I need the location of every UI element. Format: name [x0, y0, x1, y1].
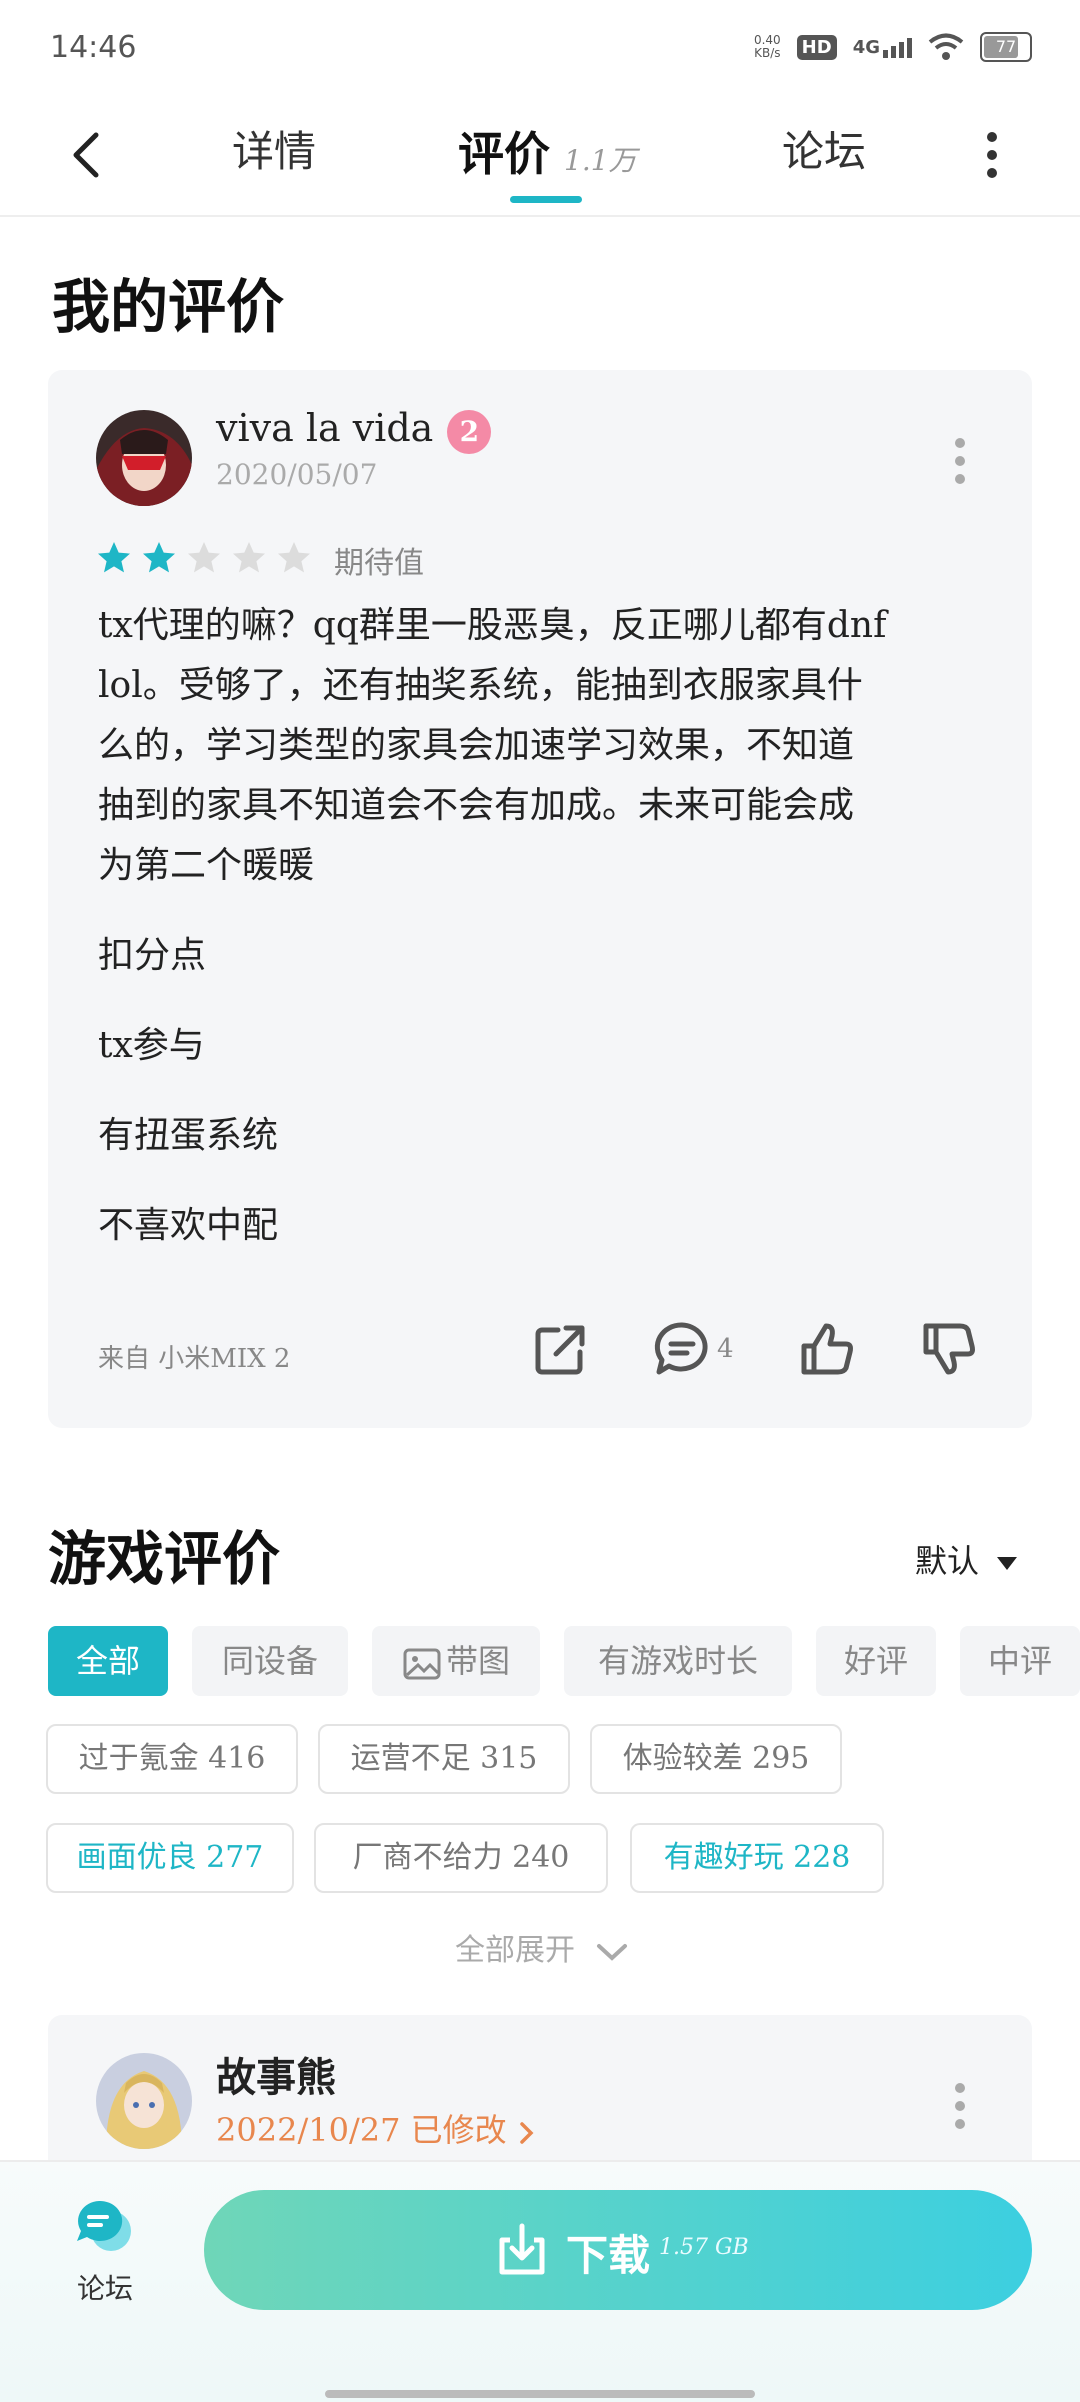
download-size: 1.57 GB: [659, 2235, 749, 2260]
tag-chip[interactable]: 体验较差 295: [590, 1724, 842, 1794]
review-point: tx参与: [98, 1025, 205, 1066]
tab-reviews-count: 1.1万: [564, 144, 637, 177]
comment-button[interactable]: 4: [653, 1320, 734, 1378]
tab-details[interactable]: 详情: [232, 118, 316, 179]
review-username[interactable]: viva la vida 2: [216, 406, 492, 454]
network-speed: 0.40 KB/s: [753, 33, 781, 60]
star-filled-icon: [98, 542, 130, 573]
star-empty-icon: [233, 542, 265, 573]
download-label: 下载: [566, 2231, 651, 2280]
filter-all[interactable]: 全部: [48, 1626, 168, 1696]
star-empty-icon: [188, 542, 220, 573]
dropdown-arrow-icon: [997, 1557, 1018, 1570]
battery-icon: 77: [980, 32, 1032, 62]
thumbs-down-icon[interactable]: [920, 1320, 978, 1378]
my-review-title: 我的评价: [52, 273, 285, 341]
game-reviews-title: 游戏评价: [48, 1525, 281, 1593]
image-icon: [403, 1648, 441, 1679]
chevron-right-icon: [520, 2121, 534, 2144]
star-empty-icon: [278, 542, 310, 573]
expect-label: 期待值: [334, 546, 424, 581]
forum-label: 论坛: [76, 2272, 133, 2305]
avatar[interactable]: [96, 410, 192, 506]
filter-neutral[interactable]: 中评: [960, 1626, 1080, 1696]
filter-positive[interactable]: 好评: [816, 1626, 936, 1696]
review-more-icon[interactable]: [954, 2083, 966, 2137]
thumbs-up-icon[interactable]: [798, 1320, 856, 1378]
review-more-icon[interactable]: [954, 438, 966, 492]
tag-chip[interactable]: 有趣好玩 228: [630, 1823, 884, 1893]
sort-dropdown[interactable]: 默认: [915, 1536, 1018, 1582]
tag-chip[interactable]: 过于氪金 416: [46, 1724, 298, 1794]
hd-icon: HD: [796, 34, 837, 60]
review-body: tx代理的嘛？qq群里一股恶臭，反正哪儿都有dnf lol。受够了，还有抽奖系统…: [98, 605, 887, 886]
comment-count: 4: [717, 1334, 734, 1364]
back-arrow-icon[interactable]: [60, 125, 120, 185]
comment-icon: [654, 1322, 708, 1375]
home-indicator: [325, 2390, 755, 2398]
expand-all-button[interactable]: 全部展开: [455, 1925, 629, 1969]
tag-chip[interactable]: 运营不足 315: [318, 1724, 570, 1794]
top-tab-bar: 详情 评价 1.1万 论坛: [0, 100, 1080, 217]
review-username[interactable]: 故事熊: [216, 2045, 336, 2103]
status-time: 14:46: [50, 30, 137, 65]
status-icons: 0.40 KB/s HD 4G 77: [754, 32, 1032, 62]
forum-icon: [77, 2200, 131, 2251]
rating-stars: [96, 540, 312, 576]
chevron-down-icon: [596, 1944, 627, 1961]
download-icon: [499, 2223, 545, 2275]
review-point: 扣分点: [98, 935, 207, 976]
tab-reviews-label: 评价: [458, 127, 550, 181]
signal-icon: 4G: [853, 36, 912, 58]
more-menu-icon[interactable]: [985, 128, 999, 188]
active-tab-indicator: [510, 196, 582, 203]
filter-same-device[interactable]: 同设备: [192, 1626, 348, 1696]
download-button[interactable]: 下载 1.57 GB: [204, 2190, 1032, 2310]
tab-reviews[interactable]: 评价 1.1万: [458, 118, 637, 184]
device-label: 来自 小米MIX 2: [98, 1344, 291, 1374]
wifi-icon: [928, 33, 964, 60]
tag-chip[interactable]: 厂商不给力 240: [314, 1823, 608, 1893]
tab-forum[interactable]: 论坛: [782, 118, 866, 179]
filter-with-image[interactable]: 带图: [372, 1626, 540, 1696]
tag-chip[interactable]: 画面优良 277: [46, 1823, 294, 1893]
share-icon[interactable]: [532, 1322, 588, 1378]
review-date: 2020/05/07: [216, 458, 378, 491]
review-point: 有扭蛋系统: [98, 1115, 279, 1156]
level-badge: 2: [447, 409, 492, 454]
review-date-modified[interactable]: 2022/10/27 已修改: [216, 2105, 537, 2151]
my-review-card: viva la vida 2 2020/05/07 期待值 tx代理的嘛？qq群里…: [48, 370, 1032, 1428]
bottom-action-bar: 论坛 下载 1.57 GB: [0, 2160, 1080, 2402]
review-point: 不喜欢中配: [98, 1205, 279, 1246]
star-filled-icon: [143, 542, 175, 573]
avatar[interactable]: [96, 2053, 192, 2149]
filter-play-time[interactable]: 有游戏时长: [564, 1626, 792, 1696]
forum-button[interactable]: 论坛: [60, 2197, 150, 2307]
